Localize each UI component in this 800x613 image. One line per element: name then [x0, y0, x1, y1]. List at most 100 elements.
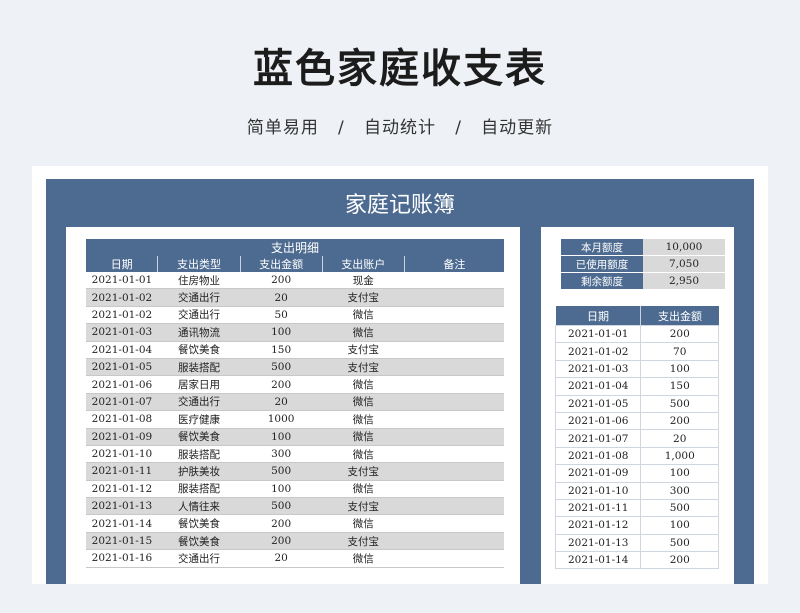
table-cell[interactable]: 2021-01-11 — [554, 498, 642, 518]
table-cell[interactable] — [404, 549, 504, 568]
table-cell[interactable]: 交通出行 — [157, 288, 241, 307]
table-cell[interactable]: 2021-01-04 — [554, 377, 642, 396]
table-cell[interactable]: 20 — [240, 288, 323, 307]
table-cell[interactable]: 2021-01-02 — [86, 288, 158, 307]
table-cell[interactable] — [404, 445, 504, 464]
table-cell[interactable]: 2021-01-03 — [86, 323, 158, 342]
table-cell[interactable]: 2021-01-07 — [554, 429, 642, 448]
table-cell[interactable]: 150 — [240, 341, 323, 359]
table-row[interactable]: 2021-01-08 1,000 — [554, 446, 719, 466]
table-cell[interactable]: 微信 — [322, 480, 405, 499]
table-cell[interactable]: 住房物业 — [157, 272, 241, 290]
table-cell[interactable]: 100 — [640, 359, 719, 379]
monthly-quota-value[interactable]: 10,000 — [643, 239, 725, 256]
table-cell[interactable]: 2021-01-01 — [86, 272, 158, 290]
table-cell[interactable]: 500 — [240, 462, 323, 481]
table-cell[interactable]: 医疗健康 — [157, 410, 241, 429]
table-cell[interactable]: 20 — [640, 429, 719, 448]
table-cell[interactable]: 2021-01-10 — [86, 445, 158, 464]
table-row[interactable]: 2021-01-15 餐饮美食 200 支付宝 — [86, 532, 504, 551]
table-cell[interactable]: 服装搭配 — [157, 445, 241, 464]
table-cell[interactable] — [404, 462, 504, 481]
table-cell[interactable]: 餐饮美食 — [157, 341, 241, 359]
table-cell[interactable]: 餐饮美食 — [157, 428, 241, 446]
table-cell[interactable]: 1000 — [240, 410, 323, 429]
table-cell[interactable]: 2021-01-05 — [554, 394, 642, 413]
table-cell[interactable]: 支付宝 — [322, 497, 405, 516]
remaining-quota-value[interactable]: 2,950 — [643, 272, 725, 290]
column-header[interactable]: 备注 — [403, 256, 504, 272]
table-cell[interactable]: 微信 — [322, 323, 405, 342]
table-row[interactable]: 2021-01-11 500 — [554, 498, 719, 518]
table-cell[interactable]: 2021-01-02 — [86, 306, 158, 325]
column-header[interactable]: 日期 — [86, 256, 158, 272]
table-cell[interactable]: 2021-01-06 — [554, 411, 642, 431]
table-cell[interactable]: 100 — [240, 428, 323, 446]
table-cell[interactable] — [404, 358, 504, 377]
table-cell[interactable]: 2021-01-12 — [554, 516, 642, 535]
table-cell[interactable]: 500 — [640, 394, 719, 413]
table-cell[interactable] — [404, 497, 504, 516]
table-row[interactable]: 2021-01-16 交通出行 20 微信 — [86, 549, 504, 568]
table-cell[interactable]: 500 — [240, 358, 323, 377]
table-cell[interactable]: 50 — [240, 306, 323, 325]
table-row[interactable]: 2021-01-02 交通出行 50 微信 — [86, 306, 504, 325]
table-cell[interactable]: 500 — [240, 497, 323, 516]
table-cell[interactable]: 支付宝 — [322, 358, 405, 377]
table-cell[interactable]: 100 — [240, 480, 323, 499]
column-header[interactable]: 支出金额 — [239, 256, 323, 272]
table-cell[interactable]: 300 — [640, 481, 719, 500]
table-cell[interactable]: 200 — [240, 272, 323, 290]
table-row[interactable]: 2021-01-09 餐饮美食 100 微信 — [86, 428, 504, 446]
table-cell[interactable]: 通讯物流 — [157, 323, 241, 342]
table-cell[interactable]: 200 — [240, 375, 323, 394]
used-quota-value[interactable]: 7,050 — [643, 255, 725, 273]
table-cell[interactable]: 2021-01-03 — [554, 359, 642, 379]
table-cell[interactable]: 支付宝 — [322, 341, 405, 359]
table-row[interactable]: 2021-01-10 服装搭配 300 微信 — [86, 445, 504, 464]
table-cell[interactable]: 2021-01-14 — [86, 514, 158, 533]
table-cell[interactable]: 交通出行 — [157, 306, 241, 325]
table-row[interactable]: 2021-01-06 居家日用 200 微信 — [86, 375, 504, 394]
table-row[interactable]: 2021-01-04 150 — [554, 377, 719, 396]
table-cell[interactable] — [404, 393, 504, 412]
table-row[interactable]: 2021-01-04 餐饮美食 150 支付宝 — [86, 341, 504, 359]
table-row[interactable]: 2021-01-08 医疗健康 1000 微信 — [86, 410, 504, 429]
table-cell[interactable]: 居家日用 — [157, 375, 241, 394]
table-cell[interactable]: 2021-01-11 — [86, 462, 158, 481]
table-cell[interactable]: 2021-01-16 — [86, 549, 158, 568]
table-row[interactable]: 2021-01-03 100 — [554, 359, 719, 379]
table-cell[interactable] — [404, 410, 504, 429]
table-cell[interactable]: 2021-01-12 — [86, 480, 158, 499]
table-cell[interactable]: 微信 — [322, 428, 405, 446]
table-row[interactable]: 2021-01-12 100 — [554, 516, 719, 535]
table-cell[interactable]: 微信 — [322, 393, 405, 412]
table-cell[interactable]: 交通出行 — [157, 549, 241, 568]
table-cell[interactable]: 2021-01-07 — [86, 393, 158, 412]
table-cell[interactable] — [404, 514, 504, 533]
table-row[interactable]: 2021-01-13 500 — [554, 533, 719, 553]
table-row[interactable]: 2021-01-13 人情往来 500 支付宝 — [86, 497, 504, 516]
table-cell[interactable]: 2021-01-09 — [554, 464, 642, 483]
table-row[interactable]: 2021-01-05 服装搭配 500 支付宝 — [86, 358, 504, 377]
table-cell[interactable]: 20 — [240, 549, 323, 568]
table-row[interactable]: 2021-01-10 300 — [554, 481, 719, 500]
table-cell[interactable]: 微信 — [322, 445, 405, 464]
table-cell[interactable]: 2021-01-06 — [86, 375, 158, 394]
table-cell[interactable]: 2021-01-13 — [554, 533, 642, 553]
table-cell[interactable]: 2021-01-15 — [86, 532, 158, 551]
table-cell[interactable]: 微信 — [322, 306, 405, 325]
table-row[interactable]: 2021-01-07 20 — [554, 429, 719, 448]
table-cell[interactable]: 人情往来 — [157, 497, 241, 516]
table-row[interactable]: 2021-01-02 70 — [554, 342, 719, 361]
table-cell[interactable]: 70 — [640, 342, 719, 361]
table-cell[interactable]: 2021-01-08 — [554, 446, 642, 466]
table-cell[interactable]: 交通出行 — [157, 393, 241, 412]
table-cell[interactable]: 现金 — [322, 272, 405, 290]
table-row[interactable]: 2021-01-11 护肤美妆 500 支付宝 — [86, 462, 504, 481]
table-row[interactable]: 2021-01-01 200 — [554, 324, 719, 344]
table-cell[interactable] — [404, 428, 504, 446]
table-row[interactable]: 2021-01-01 住房物业 200 现金 — [86, 272, 504, 290]
table-cell[interactable]: 1,000 — [640, 446, 719, 466]
table-cell[interactable]: 2021-01-13 — [86, 497, 158, 516]
